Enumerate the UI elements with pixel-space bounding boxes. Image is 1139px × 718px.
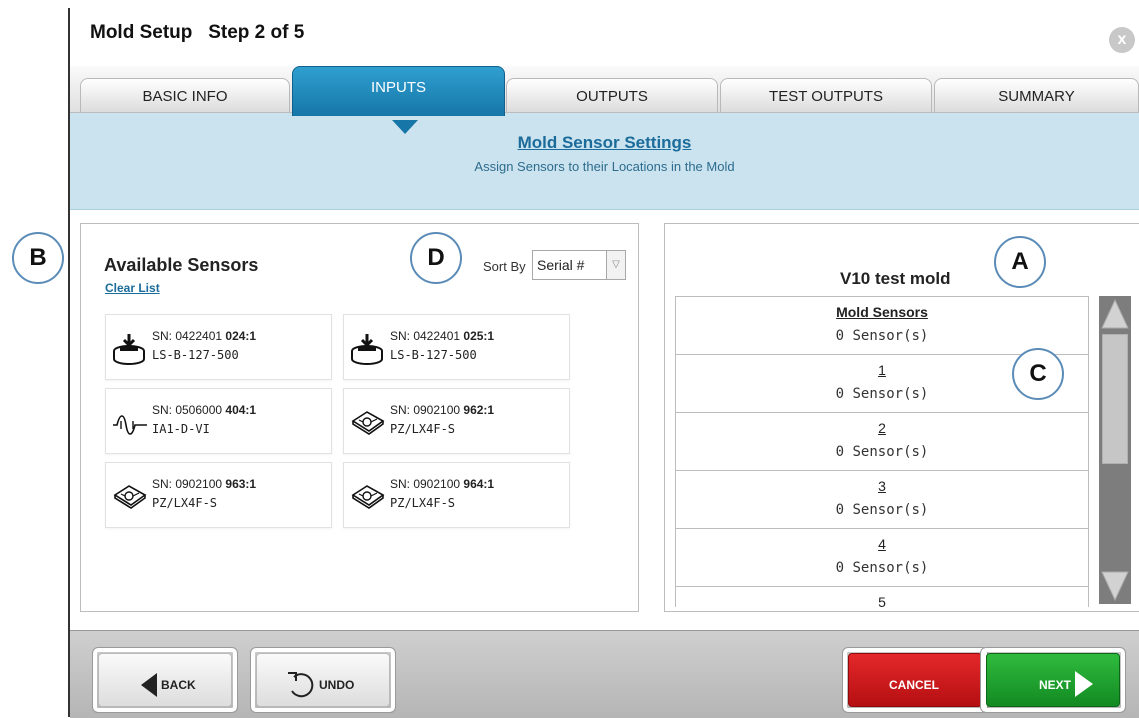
tab-basic-info[interactable]: BASIC INFO <box>80 78 290 112</box>
sensor-card[interactable]: SN: 0422401 025:1 LS-B-127-500 <box>343 314 570 380</box>
location-name: 5 <box>878 594 886 607</box>
banner-title[interactable]: Mold Sensor Settings <box>70 133 1139 153</box>
location-sensor-count: 0 Sensor(s) <box>835 502 929 518</box>
arrow-left-icon <box>141 673 157 697</box>
location-sensor-count: 0 Sensor(s) <box>835 560 929 576</box>
location-row[interactable]: 2 0 Sensor(s) <box>676 413 1089 471</box>
location-row[interactable]: 4 0 Sensor(s) <box>676 529 1089 587</box>
location-name: 2 <box>878 420 886 436</box>
callout-a: A <box>994 236 1046 288</box>
sensor-card[interactable]: SN: 0902100 962:1 PZ/LX4F-S <box>343 388 570 454</box>
sensor-part-number: PZ/LX4F-S <box>152 496 218 510</box>
tab-test-outputs[interactable]: TEST OUTPUTS <box>720 78 932 112</box>
sensor-part-number: LS-B-127-500 <box>152 348 239 362</box>
location-list: Mold Sensors 0 Sensor(s) 1 0 Sensor(s) 2… <box>675 296 1089 607</box>
sensor-serial: SN: 0506000 404:1 <box>152 403 257 417</box>
available-sensors-title: Available Sensors <box>104 255 259 275</box>
callout-d: D <box>410 232 462 284</box>
window-title: Mold Setup Step 2 of 5 <box>90 22 305 43</box>
undo-icon <box>288 672 314 698</box>
sensor-card[interactable]: SN: 0422401 024:1 LS-B-127-500 <box>105 314 332 380</box>
location-row[interactable]: 5 <box>676 587 1089 607</box>
sensor-card[interactable]: SN: 0902100 964:1 PZ/LX4F-S <box>343 462 570 528</box>
undo-button-face: UNDO <box>256 653 390 707</box>
next-button-face: NEXT <box>986 653 1120 707</box>
sensor-serial: SN: 0422401 024:1 <box>152 329 257 343</box>
mold-name: V10 test mold <box>840 269 951 288</box>
piezo-sensor-icon <box>113 485 147 509</box>
arrow-right-icon <box>1075 671 1093 697</box>
location-row[interactable]: 3 0 Sensor(s) <box>676 471 1089 529</box>
back-button-face: BACK <box>98 653 232 707</box>
undo-button-label: UNDO <box>319 678 355 692</box>
scroll-up-icon[interactable] <box>1099 296 1131 332</box>
tab-inputs[interactable]: INPUTS <box>292 66 505 116</box>
sort-by-select[interactable]: Serial # ▽ <box>532 250 626 280</box>
cancel-button-face: CANCEL <box>848 653 982 707</box>
tab-summary[interactable]: SUMMARY <box>934 78 1139 112</box>
sensor-card[interactable]: SN: 0902100 963:1 PZ/LX4F-S <box>105 462 332 528</box>
location-scrollbar[interactable] <box>1099 296 1131 604</box>
location-name: 3 <box>878 478 886 494</box>
load-cell-icon <box>113 334 145 365</box>
load-cell-icon <box>351 334 383 365</box>
sensor-card[interactable]: SN: 0506000 404:1 IA1-D-VI <box>105 388 332 454</box>
back-button[interactable]: BACK <box>92 647 238 713</box>
next-button[interactable]: NEXT <box>980 647 1126 713</box>
section-banner: Mold Sensor Settings Assign Sensors to t… <box>70 113 1139 210</box>
sensor-part-number: PZ/LX4F-S <box>390 422 456 436</box>
sensor-part-number: LS-B-127-500 <box>390 348 477 362</box>
scroll-down-icon[interactable] <box>1099 568 1131 604</box>
callout-c: C <box>1012 348 1064 400</box>
clear-list-link[interactable]: Clear List <box>105 281 160 295</box>
next-button-label: NEXT <box>1039 678 1072 692</box>
location-name: 4 <box>878 536 886 552</box>
title-bar: Mold Setup Step 2 of 5 x <box>70 8 1139 68</box>
step-tabs: BASIC INFO INPUTS OUTPUTS TEST OUTPUTS S… <box>70 66 1139 116</box>
mold-setup-window: Mold Setup Step 2 of 5 x BASIC INFO INPU… <box>68 8 1139 718</box>
sensor-serial: SN: 0902100 964:1 <box>390 477 495 491</box>
banner-subtitle: Assign Sensors to their Locations in the… <box>474 159 735 174</box>
undo-button[interactable]: UNDO <box>250 647 396 713</box>
footer-bar: BACK UNDO CANCEL NEXT <box>70 630 1139 718</box>
cancel-button[interactable]: CANCEL <box>842 647 988 713</box>
location-sensor-count: 0 Sensor(s) <box>835 444 929 460</box>
cancel-button-label: CANCEL <box>889 678 939 692</box>
location-row-mold-sensors[interactable]: Mold Sensors 0 Sensor(s) <box>676 297 1089 355</box>
sensor-part-number: PZ/LX4F-S <box>390 496 456 510</box>
piezo-sensor-icon <box>351 485 385 509</box>
scroll-thumb[interactable] <box>1102 334 1128 464</box>
back-button-label: BACK <box>161 678 196 692</box>
sensor-serial: SN: 0902100 962:1 <box>390 403 495 417</box>
piezo-sensor-icon <box>351 411 385 435</box>
sort-by-label: Sort By <box>483 259 526 274</box>
location-sensor-count: 0 Sensor(s) <box>835 328 929 344</box>
sensor-serial: SN: 0902100 963:1 <box>152 477 257 491</box>
sort-by-value: Serial # <box>537 257 585 273</box>
tab-outputs[interactable]: OUTPUTS <box>506 78 718 112</box>
mold-locations-panel: V10 test mold Mold Sensors 0 Sensor(s) 1… <box>664 223 1139 612</box>
callout-b: B <box>12 232 64 284</box>
chevron-down-icon[interactable]: ▽ <box>606 251 625 279</box>
sensor-part-number: IA1-D-VI <box>152 422 210 436</box>
location-name: Mold Sensors <box>836 304 928 320</box>
analog-input-icon <box>113 415 147 435</box>
sensor-serial: SN: 0422401 025:1 <box>390 329 495 343</box>
close-button[interactable]: x <box>1109 27 1135 53</box>
active-tab-pointer <box>392 120 418 134</box>
available-sensors-panel: Available Sensors Clear List Sort By Ser… <box>80 223 639 612</box>
close-icon: x <box>1117 31 1127 48</box>
